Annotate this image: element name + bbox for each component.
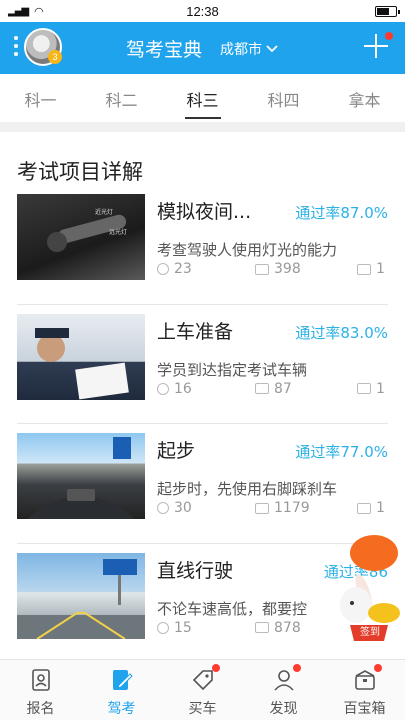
views-count: 23 [174,261,192,277]
list-item[interactable]: 起步 通过率77.0% 起步时，先使用右脚踩刹车 30 1179 1 [0,424,405,544]
item-pass-rate: 通过率87.0% [295,204,388,222]
views-count: 15 [174,619,192,636]
battery-icon [375,5,400,17]
videos-stat: 1 [357,381,385,397]
comment-icon [255,263,269,275]
item-stats: 16 87 1 [157,381,388,399]
item-thumbnail [17,313,145,400]
wifi-icon: ◠ [34,4,44,18]
views-stat: 16 [157,381,192,397]
tab-subject-1[interactable]: 科一 [0,74,81,122]
videos-count: 1 [376,500,385,516]
comments-count: 87 [274,380,292,397]
views-stat: 30 [157,500,192,516]
section-divider [0,122,405,132]
nav-label: 买车 [188,701,217,717]
comments-count: 878 [274,619,301,636]
compass-icon [157,263,169,275]
videos-stat: 1 [357,500,385,516]
videos-count: 1 [376,261,385,277]
nav-badge-dot [374,664,382,672]
notification-dot [385,32,393,40]
box-icon [354,670,375,690]
svg-text:远光灯: 远光灯 [109,228,127,236]
status-bar: ▂▄▆ ◠ 12:38 [0,0,405,22]
views-count: 16 [174,380,192,397]
compass-icon [157,502,169,514]
item-thumbnail [17,433,145,519]
section-title: 考试项目详解 [17,160,143,184]
id-card-icon [31,669,50,691]
app-title: 驾考宝典 [126,39,203,61]
bottom-nav: 报名 驾考 买车 发现 百宝箱 [0,659,405,720]
comments-stat: 398 [255,261,301,277]
comment-icon [255,502,269,514]
menu-dots-icon[interactable] [14,36,18,56]
comments-stat: 87 [255,381,292,397]
nav-label: 发现 [269,701,298,717]
item-description: 起步时，先使用右脚踩刹车 [157,480,338,498]
comment-icon [255,383,269,394]
list-item[interactable]: 上车准备 通过率83.0% 学员到达指定考试车辆 16 87 1 [0,305,405,424]
videos-count: 1 [376,380,385,397]
nav-buy-car[interactable]: 买车 [162,660,243,720]
videos-stat: 1 [357,261,385,277]
views-count: 30 [174,500,192,516]
status-time: 12:38 [186,3,219,19]
item-name: 模拟夜间... [157,201,252,223]
item-stats: 23 398 1 [157,261,388,279]
comments-stat: 878 [255,620,301,636]
nav-label: 驾考 [107,701,136,717]
item-description: 学员到达指定考试车辆 [157,360,308,379]
item-thumbnail: 近光灯 远光灯 [17,194,145,280]
tab-subject-3[interactable]: 科三 [162,74,243,122]
item-description: 考查驾驶人使用灯光的能力 [157,241,338,259]
status-left: ▂▄▆ ◠ [8,5,44,18]
person-icon [273,670,294,691]
compass-icon [157,382,169,395]
nav-badge-dot [212,664,220,672]
nav-badge-dot [293,664,301,672]
item-thumbnail [17,552,145,639]
tab-subject-2[interactable]: 科二 [81,74,162,122]
item-name: 直线行驶 [157,559,234,582]
comments-count: 398 [274,261,301,277]
signal-icon: ▂▄▆ [8,5,29,17]
item-stats: 30 1179 1 [157,500,388,518]
item-name: 起步 [157,440,196,462]
nav-discover[interactable]: 发现 [243,660,324,720]
chevron-down-icon [266,45,278,53]
city-selector[interactable]: 成都市 [220,39,278,59]
item-description: 不论车速高低，都要控 [157,599,308,618]
compass-icon [157,621,169,634]
comments-stat: 1179 [255,500,310,516]
views-stat: 15 [157,620,192,636]
city-label: 成都市 [220,42,262,58]
edit-doc-icon [112,670,133,690]
list-item[interactable]: 近光灯 远光灯 模拟夜间... 通过率87.0% 考查驾驶人使用灯光的能力 23… [0,185,405,305]
item-name: 上车准备 [157,320,234,343]
tab-license[interactable]: 拿本 [324,74,405,122]
video-icon [357,383,371,394]
subject-tabs: 科一 科二 科三 科四 拿本 [0,74,405,122]
item-pass-rate: 通过率83.0% [295,323,388,342]
svg-text:近光灯: 近光灯 [95,208,113,216]
coin-badge: 3 [48,50,62,64]
nav-register[interactable]: 报名 [0,660,81,720]
tab-subject-4[interactable]: 科四 [243,74,324,122]
video-icon [357,502,371,514]
comments-count: 1179 [274,500,310,516]
sign-in-promo[interactable]: 签到 [336,533,402,643]
app-header: 3 驾考宝典 成都市 [0,22,405,74]
car-tag-icon [192,670,213,691]
nav-label: 报名 [26,701,55,717]
nav-exam[interactable]: 驾考 [81,660,162,720]
comment-icon [255,622,269,633]
views-stat: 23 [157,261,192,277]
video-icon [357,263,371,275]
nav-label: 百宝箱 [343,701,386,717]
sign-in-label: 签到 [360,627,380,638]
nav-toolbox[interactable]: 百宝箱 [324,660,405,720]
item-pass-rate: 通过率77.0% [295,443,388,461]
